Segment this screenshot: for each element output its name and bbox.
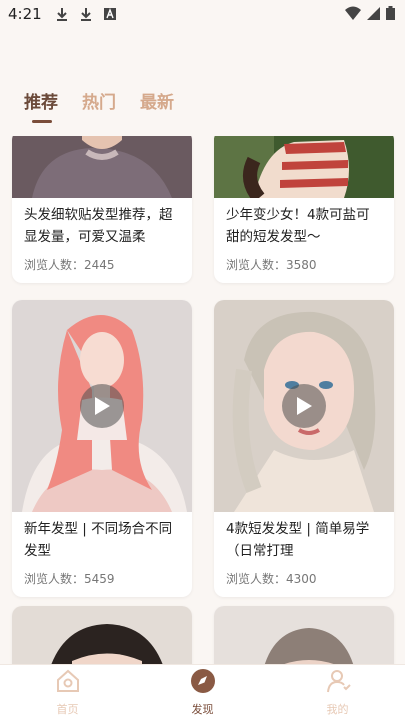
status-time: 4:21 — [8, 5, 42, 23]
play-icon[interactable] — [282, 384, 326, 428]
article-thumbnail — [12, 606, 192, 664]
article-card[interactable]: 头发细软贴发型推荐，超显发量，可爱又温柔 浏览人数：2445 — [12, 136, 192, 283]
article-title: 4款短发发型 | 简单易学（日常打理 — [226, 521, 370, 559]
view-count: 浏览人数：3580 — [226, 258, 317, 272]
wifi-icon — [345, 5, 361, 24]
nav-home-label: 首页 — [56, 703, 79, 716]
article-card[interactable] — [12, 606, 192, 664]
user-icon — [325, 668, 351, 698]
nav-home[interactable]: 首页 — [28, 668, 108, 717]
category-tabs: 推荐 热门 最新 — [24, 88, 174, 123]
play-icon[interactable] — [80, 384, 124, 428]
battery-icon — [386, 5, 395, 24]
signal-icon — [367, 5, 380, 24]
download-icon-2 — [78, 6, 94, 22]
tab-popular[interactable]: 热门 — [82, 88, 116, 123]
article-card[interactable] — [214, 606, 394, 664]
nav-profile-label: 我的 — [326, 703, 349, 716]
tab-latest[interactable]: 最新 — [140, 88, 174, 123]
view-count: 浏览人数：2445 — [24, 258, 115, 272]
article-title: 新年发型 | 不同场合不同发型 — [24, 521, 173, 559]
article-thumbnail — [214, 136, 394, 198]
article-title: 少年变少女！4款可盐可甜的短发发型～ — [226, 207, 370, 245]
download-icon — [54, 6, 70, 22]
status-bar: 4:21 — [0, 0, 405, 28]
article-card[interactable]: 新年发型 | 不同场合不同发型 浏览人数：5459 — [12, 300, 192, 597]
nav-discover-label: 发现 — [191, 703, 214, 716]
view-count: 浏览人数：5459 — [24, 572, 115, 586]
article-thumbnail — [214, 300, 394, 512]
view-count: 浏览人数：4300 — [226, 572, 317, 586]
nav-profile[interactable]: 我的 — [298, 668, 378, 717]
house-icon — [55, 668, 81, 698]
tab-recommended[interactable]: 推荐 — [24, 88, 58, 123]
compass-icon — [190, 668, 216, 698]
article-card[interactable]: 4款短发发型 | 简单易学（日常打理 浏览人数：4300 — [214, 300, 394, 597]
font-a-icon — [102, 6, 118, 22]
article-feed[interactable]: 头发细软贴发型推荐，超显发量，可爱又温柔 浏览人数：2445 少年变少女！4款可… — [0, 136, 405, 664]
article-thumbnail — [214, 606, 394, 664]
article-card[interactable]: 少年变少女！4款可盐可甜的短发发型～ 浏览人数：3580 — [214, 136, 394, 283]
article-thumbnail — [12, 136, 192, 198]
article-title: 头发细软贴发型推荐，超显发量，可爱又温柔 — [24, 207, 173, 245]
article-thumbnail — [12, 300, 192, 512]
bottom-navigation: 首页 发现 我的 — [0, 664, 405, 720]
nav-discover[interactable]: 发现 — [163, 668, 243, 717]
